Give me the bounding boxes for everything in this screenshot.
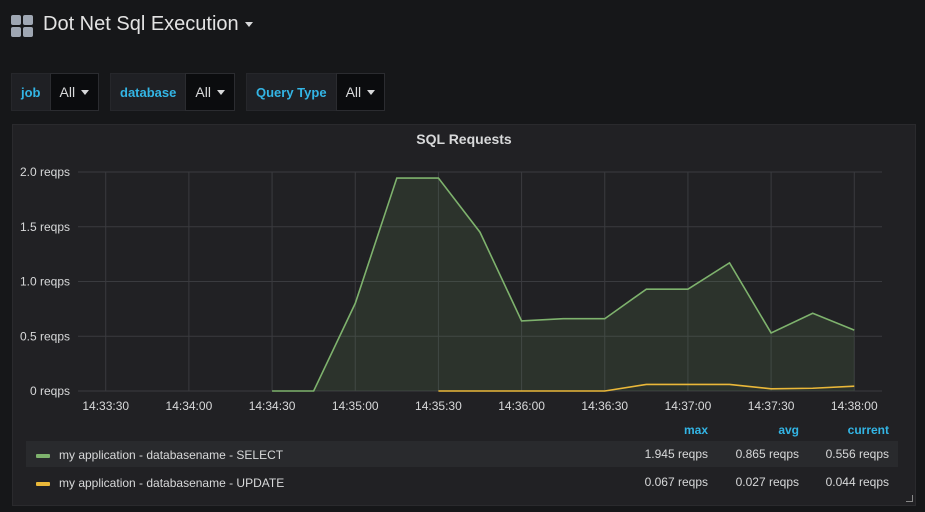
legend-value-max: 0.067 reqps <box>644 475 708 489</box>
legend-series-name[interactable]: my application - databasename - SELECT <box>59 448 283 462</box>
legend-row-update: my application - databasename - UPDATE 0… <box>26 469 898 495</box>
x-tick-label: 14:35:00 <box>332 399 379 413</box>
legend-series-name[interactable]: my application - databasename - UPDATE <box>59 476 284 490</box>
y-tick-label: 0.5 reqps <box>20 329 70 343</box>
series-color-swatch[interactable] <box>36 482 50 486</box>
legend-value-avg: 0.865 reqps <box>735 447 799 461</box>
legend-row-select: my application - databasename - SELECT 1… <box>26 441 898 467</box>
x-tick-label: 14:37:00 <box>665 399 712 413</box>
panel-resize-handle[interactable] <box>906 495 913 502</box>
series-area-0 <box>272 178 855 391</box>
legend-header-max[interactable]: max <box>620 423 708 437</box>
y-tick-label: 1.5 reqps <box>20 220 70 234</box>
x-tick-label: 14:36:00 <box>498 399 545 413</box>
series-color-swatch[interactable] <box>36 454 50 458</box>
y-tick-label: 0 reqps <box>30 384 70 398</box>
legend-header-avg[interactable]: avg <box>711 423 799 437</box>
x-tick-label: 14:33:30 <box>82 399 129 413</box>
x-tick-label: 14:37:30 <box>748 399 795 413</box>
sql-requests-chart[interactable]: 0 reqps 0.5 reqps 1.0 reqps 1.5 reqps 2.0 re… <box>0 0 925 420</box>
x-tick-label: 14:35:30 <box>415 399 462 413</box>
legend-value-avg: 0.027 reqps <box>735 475 799 489</box>
x-tick-label: 14:38:00 <box>831 399 878 413</box>
legend-value-current: 0.044 reqps <box>825 475 889 489</box>
y-tick-label: 1.0 reqps <box>20 275 70 289</box>
legend-value-max: 1.945 reqps <box>644 447 708 461</box>
y-tick-label: 2.0 reqps <box>20 165 70 179</box>
x-tick-label: 14:34:30 <box>249 399 296 413</box>
legend-value-current: 0.556 reqps <box>825 447 889 461</box>
legend-header-current[interactable]: current <box>801 423 889 437</box>
x-tick-label: 14:36:30 <box>581 399 628 413</box>
x-tick-label: 14:34:00 <box>166 399 213 413</box>
